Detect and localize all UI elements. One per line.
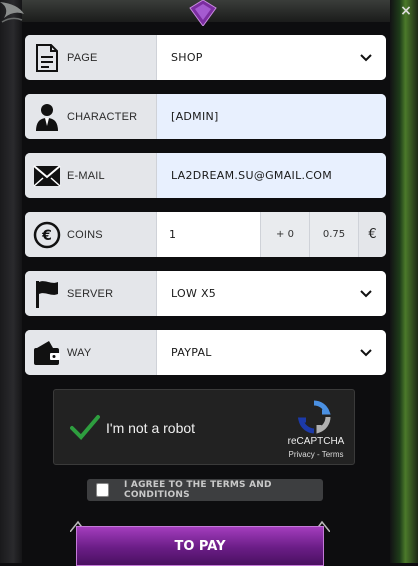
email-input-value: LA2DREAM.SU@GMAIL.COM	[171, 169, 333, 182]
recaptcha-brand: reCAPTCHA	[287, 436, 345, 447]
server-select[interactable]: LOW X5	[157, 271, 386, 316]
chevron-down-icon	[360, 53, 372, 61]
character-input[interactable]: [ADMIN]	[157, 94, 386, 139]
page-label: PAGE	[67, 51, 98, 64]
recaptcha-text: I'm not a robot	[106, 420, 196, 436]
coins-label-cell: € COINS	[25, 212, 157, 257]
checkmark-icon[interactable]	[70, 414, 100, 440]
coins-input-value: 1	[169, 228, 177, 241]
chevron-down-icon	[360, 348, 372, 356]
coins-bonus-value: + 0	[276, 229, 294, 240]
purple-gem-icon	[189, 0, 217, 26]
coin-icon: €	[31, 219, 63, 251]
character-field-row: CHARACTER [ADMIN]	[25, 94, 386, 139]
server-label-cell: SERVER	[25, 271, 157, 316]
way-label-cell: WAY	[25, 330, 157, 375]
page-field-row: PAGE SHOP	[25, 35, 386, 80]
currency-symbol-text: €	[368, 227, 377, 242]
coins-price-value: 0.75	[322, 229, 346, 240]
chevron-down-icon	[360, 289, 372, 297]
close-button[interactable]: ×	[397, 2, 415, 20]
terms-agreement: I AGREE TO THE TERMS AND CONDITIONS	[87, 479, 323, 501]
page-select-value: SHOP	[171, 51, 203, 64]
currency-symbol: €	[359, 212, 386, 257]
recaptcha-widget: I'm not a robot reCAPTCHA Privacy - Term…	[53, 389, 355, 465]
svg-text:€: €	[41, 228, 52, 244]
server-field-row: SERVER LOW X5	[25, 271, 386, 316]
right-frame	[390, 0, 418, 563]
document-icon	[31, 42, 63, 74]
email-field-row: E-MAIL LA2DREAM.SU@GMAIL.COM	[25, 153, 386, 198]
recaptcha-links[interactable]: Privacy - Terms	[280, 450, 352, 459]
flag-icon	[31, 278, 63, 310]
server-select-value: LOW X5	[171, 287, 217, 300]
terms-checkbox[interactable]	[96, 483, 110, 497]
wallet-icon	[31, 337, 63, 369]
coins-price: 0.75	[310, 212, 359, 257]
terms-text: I AGREE TO THE TERMS AND CONDITIONS	[124, 480, 272, 500]
coins-label: COINS	[67, 228, 103, 241]
pay-button[interactable]: TO PAY	[76, 526, 324, 566]
way-label: WAY	[67, 346, 92, 359]
user-icon	[31, 101, 63, 133]
recaptcha-logo-icon	[297, 400, 331, 434]
character-input-value: [ADMIN]	[171, 110, 219, 123]
email-label: E-MAIL	[67, 169, 105, 182]
way-select[interactable]: PAYPAL	[157, 330, 386, 375]
page-select[interactable]: SHOP	[157, 35, 386, 80]
character-label: CHARACTER	[67, 110, 138, 123]
coins-field-row: € COINS 1 + 0 0.75 €	[25, 212, 386, 257]
left-frame	[0, 0, 22, 563]
way-field-row: WAY PAYPAL	[25, 330, 386, 375]
coins-bonus: + 0	[261, 212, 310, 257]
corner-ornament-icon	[0, 2, 24, 23]
server-label: SERVER	[67, 287, 114, 300]
envelope-icon	[31, 160, 63, 192]
email-label-cell: E-MAIL	[25, 153, 157, 198]
character-label-cell: CHARACTER	[25, 94, 157, 139]
email-input[interactable]: LA2DREAM.SU@GMAIL.COM	[157, 153, 386, 198]
way-select-value: PAYPAL	[171, 346, 212, 359]
page-label-cell: PAGE	[25, 35, 157, 80]
coins-input[interactable]: 1	[157, 212, 261, 257]
pay-button-wrap: TO PAY	[70, 520, 330, 566]
